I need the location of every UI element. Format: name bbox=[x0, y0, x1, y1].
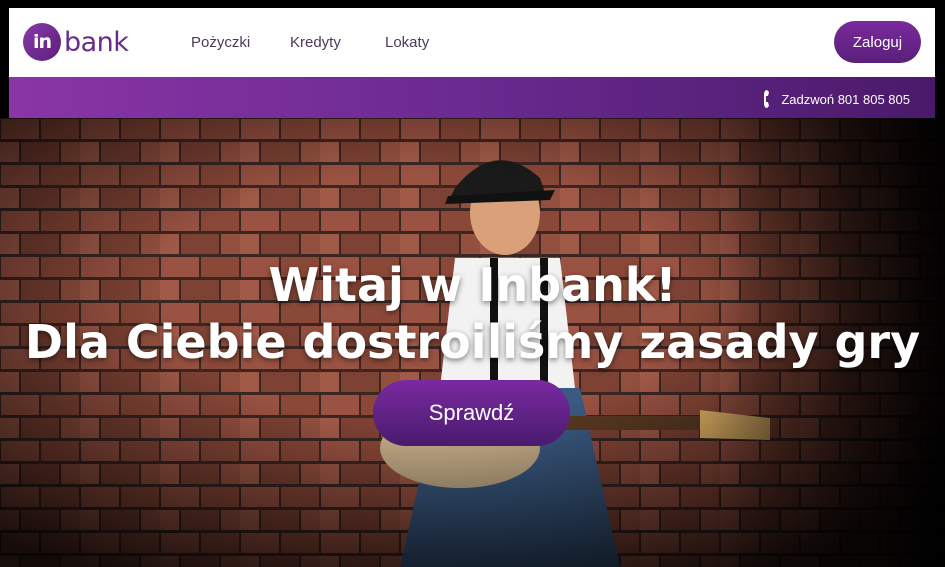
hero-title-line1: Witaj w Inbank! bbox=[268, 258, 677, 312]
nav-item-kredyty[interactable]: Kredyty bbox=[290, 34, 341, 51]
login-button[interactable]: Zaloguj bbox=[834, 21, 921, 63]
phone-bar: Zadzwoń 801 805 805 bbox=[9, 77, 935, 118]
site-header: in bank Pożyczki Kredyty Lokaty Zaloguj bbox=[9, 8, 935, 77]
phone-contact[interactable]: Zadzwoń 801 805 805 bbox=[763, 89, 910, 109]
hero-banner: Witaj w Inbank! Dla Ciebie dostroiliśmy … bbox=[0, 118, 945, 567]
hero-title-line2: Dla Ciebie dostroiliśmy zasady gry bbox=[24, 315, 921, 369]
check-button[interactable]: Sprawdź bbox=[373, 380, 570, 446]
phone-text: Zadzwoń 801 805 805 bbox=[781, 91, 910, 107]
main-nav: Pożyczki Kredyty Lokaty bbox=[9, 8, 935, 77]
nav-item-pozyczki[interactable]: Pożyczki bbox=[191, 34, 250, 51]
nav-item-lokaty[interactable]: Lokaty bbox=[385, 34, 429, 51]
phone-icon bbox=[764, 90, 770, 108]
